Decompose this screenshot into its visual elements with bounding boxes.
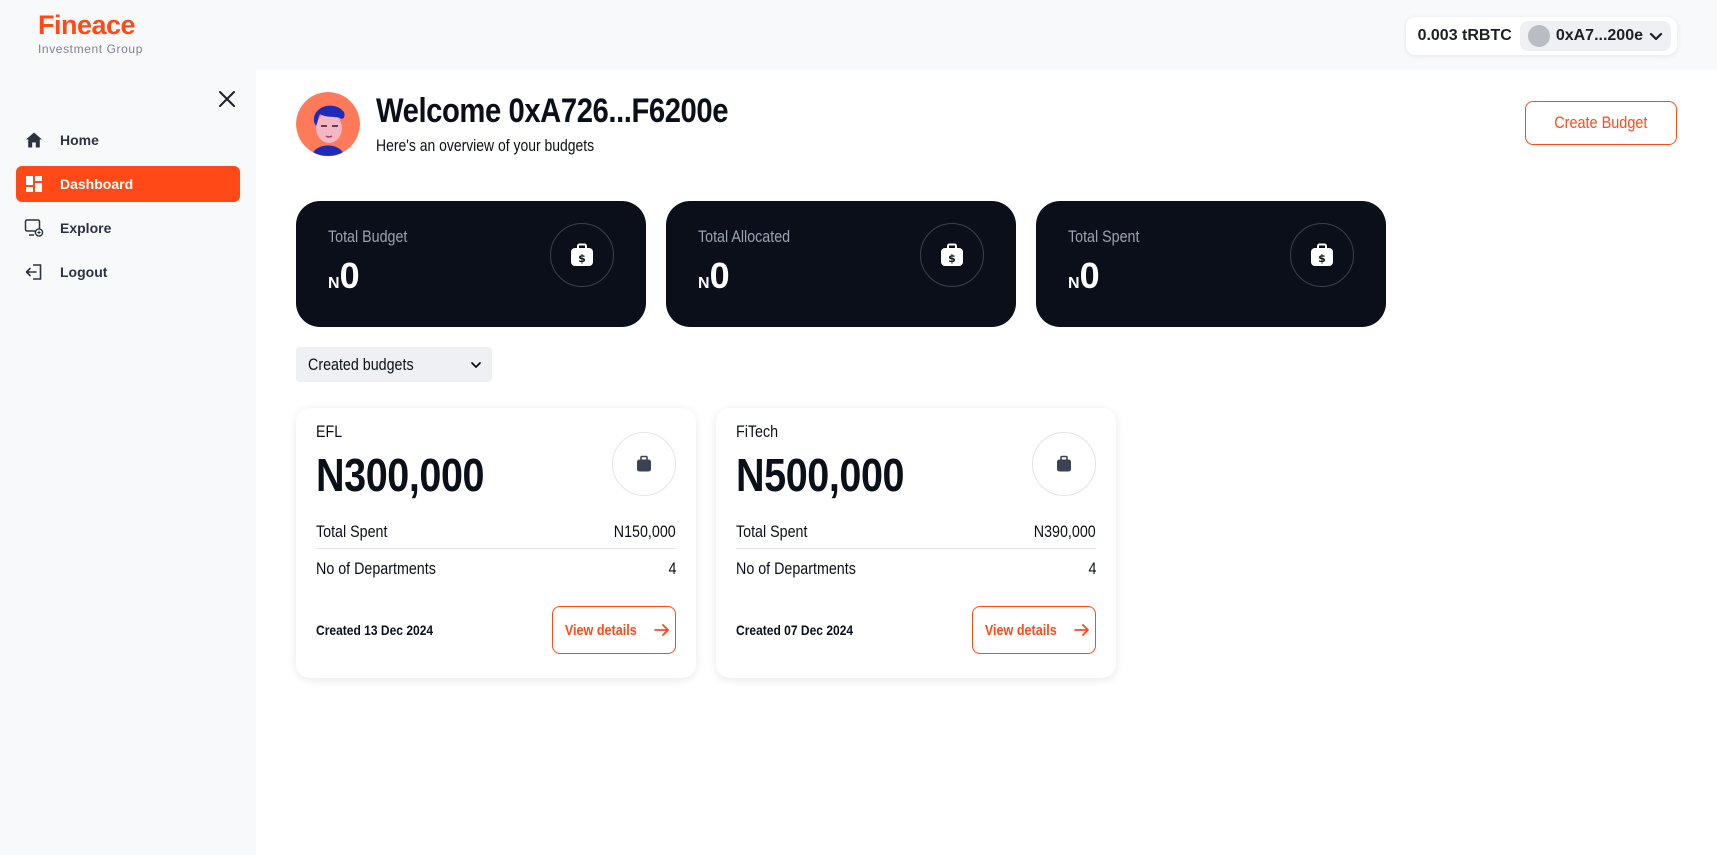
budget-name: EFL bbox=[316, 422, 343, 441]
money-bag-icon: $ bbox=[1290, 223, 1354, 287]
budget-card: FiTech N500,000 Total Spent N390,000 No … bbox=[716, 408, 1116, 678]
stat-currency: N bbox=[698, 275, 710, 292]
arrow-right-icon bbox=[653, 624, 669, 636]
sidebar-nav: Home Dashboard Explore Logout bbox=[16, 122, 240, 298]
stat-card-total-budget: Total Budget N0 $ bbox=[296, 201, 646, 327]
departments-label: No of Departments bbox=[316, 559, 436, 578]
chevron-down-icon bbox=[1649, 32, 1663, 41]
budget-created-date: Created 07 Dec 2024 bbox=[736, 622, 854, 638]
account-address: 0xA7...200e bbox=[1555, 27, 1643, 44]
budget-spent-row: Total Spent N150,000 bbox=[316, 522, 676, 549]
brand-name: Fineace bbox=[38, 10, 136, 40]
stat-value: N0 bbox=[328, 255, 360, 297]
create-budget-label: Create Budget bbox=[1554, 113, 1648, 132]
stat-number: 0 bbox=[339, 255, 360, 296]
stat-label: Total Budget bbox=[328, 227, 408, 246]
view-details-button[interactable]: View details bbox=[972, 606, 1096, 654]
stat-value: N0 bbox=[1068, 255, 1100, 297]
departments-value: 4 bbox=[1088, 559, 1096, 578]
create-budget-button[interactable]: Create Budget bbox=[1525, 101, 1677, 145]
sidebar-item-logout[interactable]: Logout bbox=[16, 254, 240, 290]
spent-label: Total Spent bbox=[316, 522, 388, 541]
explore-icon bbox=[24, 218, 44, 238]
page-title: Welcome 0xA726...F6200e bbox=[376, 92, 729, 130]
sidebar-item-home[interactable]: Home bbox=[16, 122, 240, 158]
money-bag-icon: $ bbox=[920, 223, 984, 287]
view-details-label: View details bbox=[985, 621, 1057, 639]
spent-value: N150,000 bbox=[614, 522, 676, 541]
page-subtitle: Here's an overview of your budgets bbox=[376, 136, 595, 155]
budget-spent-row: Total Spent N390,000 bbox=[736, 522, 1096, 549]
home-icon bbox=[24, 130, 44, 150]
svg-text:$: $ bbox=[578, 252, 586, 265]
stat-label: Total Spent bbox=[1068, 227, 1140, 246]
sidebar-item-label: Explore bbox=[60, 220, 112, 236]
arrow-right-icon bbox=[1073, 624, 1089, 636]
top-bar: Fineace Investment Group 0.003 tRBTC 0xA… bbox=[0, 0, 1717, 70]
stat-label: Total Allocated bbox=[698, 227, 791, 246]
view-details-button[interactable]: View details bbox=[552, 606, 676, 654]
main-content: Welcome 0xA726...F6200e Here's an overvi… bbox=[256, 70, 1717, 855]
logout-icon bbox=[24, 262, 44, 282]
chevron-down-icon bbox=[471, 361, 481, 368]
close-icon[interactable] bbox=[216, 88, 238, 110]
money-bag-icon: $ bbox=[550, 223, 614, 287]
sidebar-item-dashboard[interactable]: Dashboard bbox=[16, 166, 240, 202]
budget-name: FiTech bbox=[736, 422, 779, 441]
briefcase-icon bbox=[612, 432, 676, 496]
budget-departments-row: No of Departments 4 bbox=[316, 559, 676, 579]
budget-amount: N300,000 bbox=[316, 449, 485, 501]
sidebar: Home Dashboard Explore Logout bbox=[0, 70, 256, 855]
briefcase-icon bbox=[1032, 432, 1096, 496]
stat-card-total-spent: Total Spent N0 $ bbox=[1036, 201, 1386, 327]
budget-filter-select[interactable]: Created budgets bbox=[296, 347, 492, 382]
brand-tagline: Investment Group bbox=[38, 42, 143, 56]
departments-label: No of Departments bbox=[736, 559, 856, 578]
stat-number: 0 bbox=[1079, 255, 1100, 296]
filter-selected-value: Created budgets bbox=[308, 354, 414, 374]
departments-value: 4 bbox=[668, 559, 676, 578]
spent-value: N390,000 bbox=[1034, 522, 1096, 541]
sidebar-item-label: Home bbox=[60, 132, 99, 148]
account-avatar bbox=[1527, 25, 1550, 47]
stat-card-total-allocated: Total Allocated N0 $ bbox=[666, 201, 1016, 327]
stat-currency: N bbox=[1068, 275, 1080, 292]
sidebar-item-explore[interactable]: Explore bbox=[16, 210, 240, 246]
budget-amount: N500,000 bbox=[736, 449, 905, 501]
view-details-label: View details bbox=[565, 621, 637, 639]
spent-label: Total Spent bbox=[736, 522, 808, 541]
wallet-widget: 0.003 tRBTC 0xA7...200e bbox=[1405, 17, 1677, 55]
account-button[interactable]: 0xA7...200e bbox=[1519, 21, 1671, 51]
budget-departments-row: No of Departments 4 bbox=[736, 559, 1096, 579]
brand-logo[interactable]: Fineace Investment Group bbox=[38, 10, 143, 56]
stats-row: Total Budget N0 $ Total Allocated N0 $ T… bbox=[296, 201, 1386, 327]
budget-card: EFL N300,000 Total Spent N150,000 No of … bbox=[296, 408, 696, 678]
user-avatar bbox=[296, 92, 360, 156]
svg-text:$: $ bbox=[1318, 252, 1326, 265]
stat-currency: N bbox=[328, 275, 340, 292]
stat-number: 0 bbox=[709, 255, 730, 296]
dashboard-icon bbox=[24, 174, 44, 194]
svg-text:$: $ bbox=[948, 252, 956, 265]
budget-created-date: Created 13 Dec 2024 bbox=[316, 622, 434, 638]
sidebar-item-label: Dashboard bbox=[60, 176, 134, 192]
budget-list: EFL N300,000 Total Spent N150,000 No of … bbox=[296, 408, 1116, 678]
sidebar-item-label: Logout bbox=[60, 264, 108, 280]
wallet-balance: 0.003 tRBTC bbox=[1417, 27, 1512, 44]
stat-value: N0 bbox=[698, 255, 730, 297]
